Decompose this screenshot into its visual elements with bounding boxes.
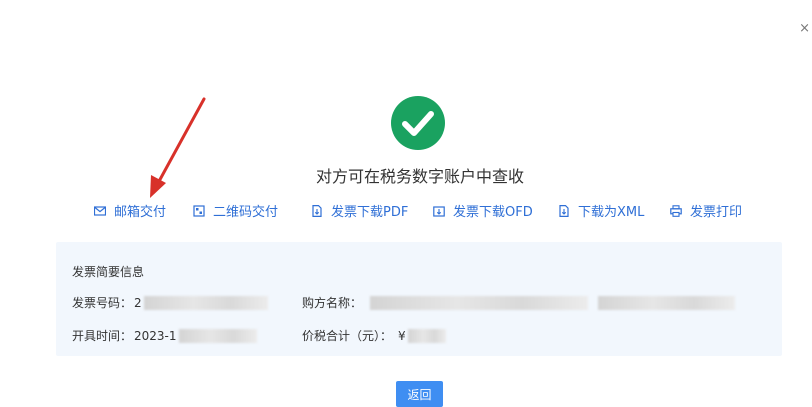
buyer-name-field: 购方名称：	[302, 294, 736, 311]
email-delivery-button[interactable]: 邮箱交付	[94, 201, 166, 220]
close-icon[interactable]: ×	[799, 22, 810, 35]
total-amount-field: 价税合计（元）： ¥	[302, 327, 446, 344]
invoice-summary-panel: 发票简要信息 发票号码： 2 购方名称： 开具时间： 2023-1 价税合计（元…	[56, 242, 782, 356]
success-headline: 对方可在税务数字账户中查收	[315, 167, 524, 186]
total-amount-value: ¥	[398, 328, 406, 343]
ofd-icon	[433, 205, 445, 217]
download-pdf-label: 发票下载PDF	[331, 205, 409, 220]
issue-time-field: 开具时间： 2023-1	[72, 327, 257, 344]
download-ofd-label: 发票下载OFD	[453, 205, 533, 220]
qrcode-delivery-label: 二维码交付	[213, 205, 279, 220]
redacted-total-amount	[407, 328, 446, 343]
print-invoice-button[interactable]: 发票打印	[670, 201, 742, 220]
buyer-name-label: 购方名称：	[302, 296, 363, 310]
xml-icon	[559, 204, 569, 217]
printer-icon	[670, 204, 682, 217]
return-button[interactable]: 返回	[396, 381, 443, 407]
total-amount-label: 价税合计（元）：	[302, 329, 393, 343]
redacted-buyer-name-2	[598, 295, 736, 310]
download-xml-label: 下载为XML	[578, 205, 645, 220]
download-xml-button[interactable]: 下载为XML	[558, 201, 644, 220]
invoice-number-label: 发票号码：	[72, 296, 133, 310]
delivery-actions: 邮箱交付 二维码交付 发票下载PDF 发票下载OFD 下载为XML 发票打印	[0, 201, 812, 221]
invoice-number-field: 发票号码： 2	[72, 294, 268, 311]
qrcode-icon	[193, 204, 205, 217]
pdf-icon	[312, 204, 322, 217]
invoice-summary-title: 发票简要信息	[72, 265, 145, 279]
issue-time-value: 2023-1	[134, 328, 177, 343]
redacted-buyer-name-1	[370, 295, 589, 310]
print-invoice-label: 发票打印	[690, 205, 743, 220]
check-circle-icon	[391, 96, 445, 150]
invoice-number-value: 2	[134, 295, 142, 310]
issue-time-label: 开具时间：	[72, 329, 133, 343]
qrcode-delivery-button[interactable]: 二维码交付	[193, 201, 278, 220]
download-ofd-button[interactable]: 发票下载OFD	[433, 201, 533, 220]
redacted-invoice-number	[143, 295, 268, 310]
redacted-issue-time	[178, 328, 257, 343]
download-pdf-button[interactable]: 发票下载PDF	[311, 201, 408, 220]
mail-icon	[94, 205, 106, 216]
email-delivery-label: 邮箱交付	[114, 205, 167, 220]
